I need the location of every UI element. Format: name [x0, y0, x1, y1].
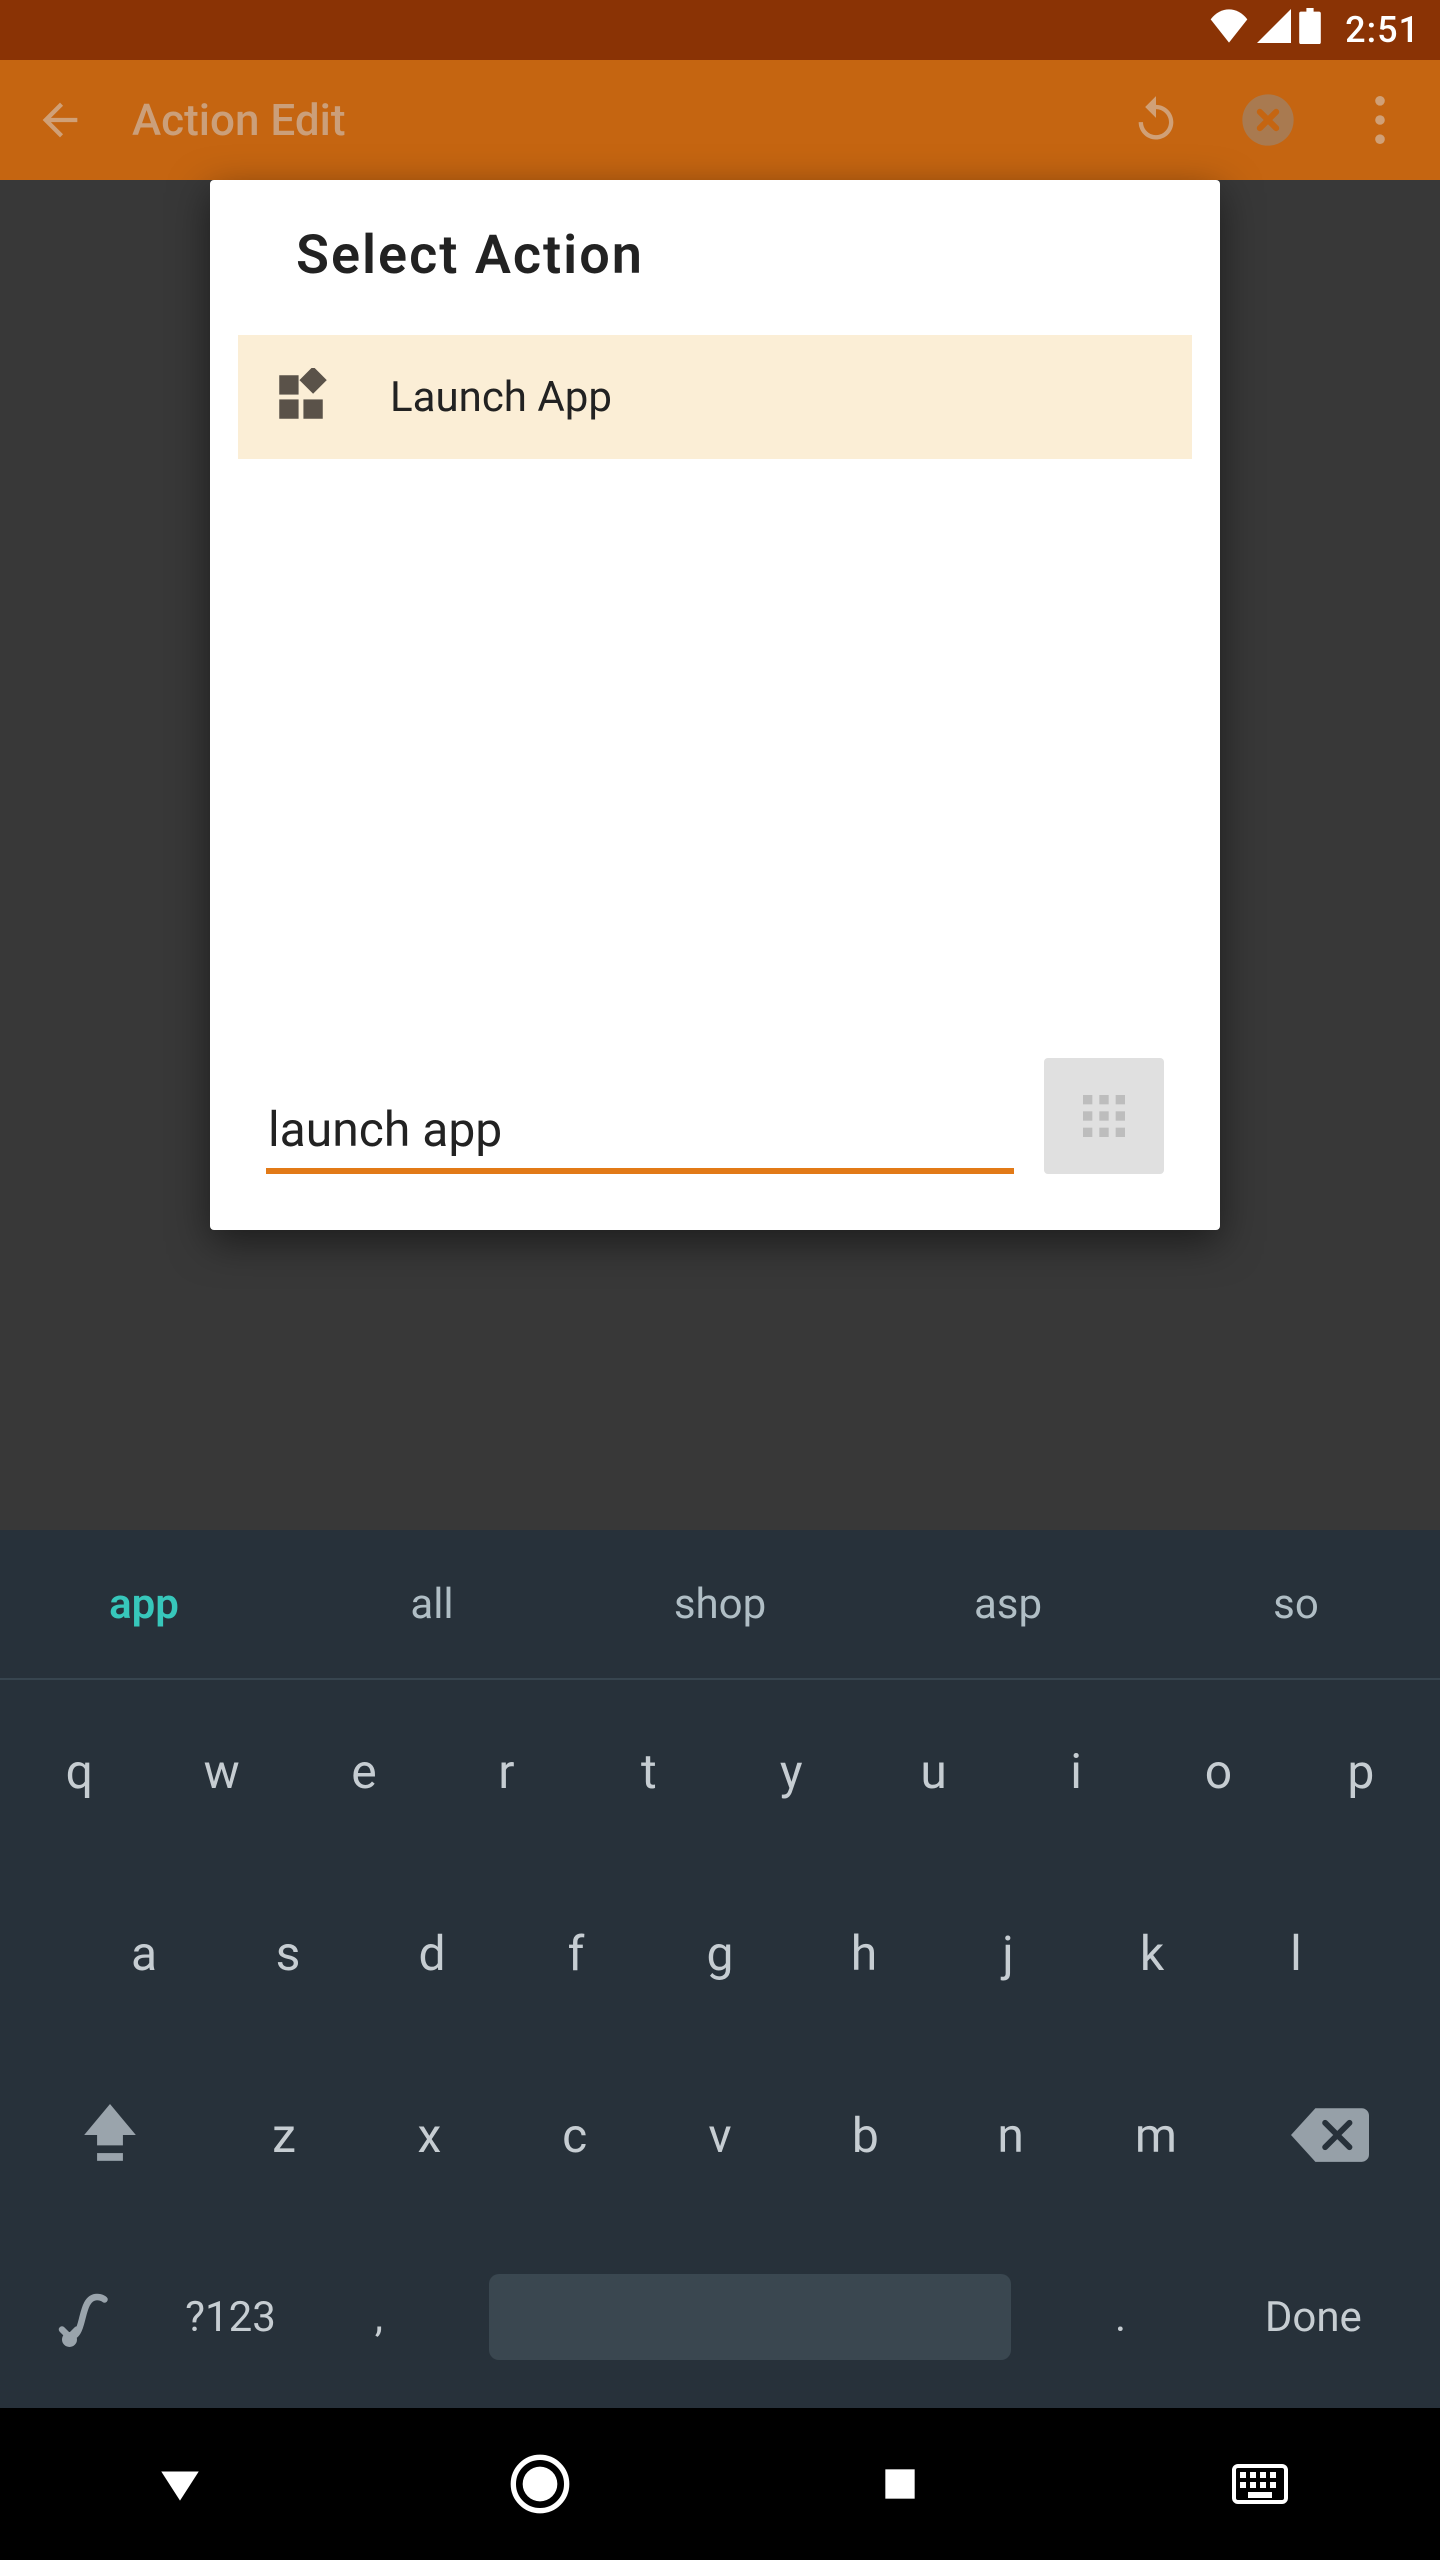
key-comma[interactable]: , [305, 2226, 453, 2408]
key-x[interactable]: x [357, 2044, 502, 2226]
key-spacebar[interactable] [453, 2226, 1046, 2408]
key-symbols[interactable]: ?123 [156, 2226, 304, 2408]
suggestion-1[interactable]: app [0, 1530, 288, 1678]
key-d[interactable]: d [360, 1862, 504, 2044]
key-o[interactable]: o [1147, 1680, 1289, 1862]
status-bar: 2:51 [0, 0, 1440, 60]
widgets-icon [266, 362, 336, 432]
key-row-4: ?123 , . Done [0, 2226, 1440, 2408]
key-c[interactable]: c [502, 2044, 647, 2226]
overflow-menu-icon[interactable] [1352, 92, 1408, 148]
key-r[interactable]: r [435, 1680, 577, 1862]
key-b[interactable]: b [793, 2044, 938, 2226]
suggestion-3[interactable]: shop [576, 1530, 864, 1678]
navigation-bar [0, 2408, 1440, 2560]
key-s[interactable]: s [216, 1862, 360, 2044]
key-l[interactable]: l [1224, 1862, 1368, 2044]
nav-back-button[interactable] [140, 2444, 220, 2524]
suggestion-4[interactable]: asp [864, 1530, 1152, 1678]
action-result-item[interactable]: Launch App [238, 335, 1192, 459]
key-t[interactable]: t [578, 1680, 720, 1862]
key-row-2: a s d f g h j k l [0, 1862, 1440, 2044]
suggestion-row: app all shop asp so [0, 1530, 1440, 1678]
undo-icon[interactable] [1128, 92, 1184, 148]
key-gesture[interactable] [8, 2226, 156, 2408]
cellular-icon [1257, 9, 1291, 52]
filter-input[interactable] [266, 1093, 1014, 1174]
select-action-dialog: Select Action Launch App [210, 180, 1220, 1230]
soft-keyboard: app all shop asp so q w e r t y u i o p … [0, 1530, 1440, 2408]
key-z[interactable]: z [211, 2044, 356, 2226]
key-done[interactable]: Done [1195, 2226, 1432, 2408]
key-backspace[interactable] [1229, 2044, 1432, 2226]
key-a[interactable]: a [72, 1862, 216, 2044]
key-shift[interactable] [8, 2044, 211, 2226]
key-k[interactable]: k [1080, 1862, 1224, 2044]
key-h[interactable]: h [792, 1862, 936, 2044]
action-result-label: Launch App [390, 373, 612, 422]
key-m[interactable]: m [1083, 2044, 1228, 2226]
back-button[interactable] [32, 92, 88, 148]
suggestion-5[interactable]: so [1152, 1530, 1440, 1678]
key-q[interactable]: q [8, 1680, 150, 1862]
key-row-3: z x c v b n m [0, 2044, 1440, 2226]
key-y[interactable]: y [720, 1680, 862, 1862]
battery-icon [1299, 8, 1321, 53]
key-period[interactable]: . [1046, 2226, 1194, 2408]
nav-ime-switch-button[interactable] [1220, 2444, 1300, 2524]
app-bar-title: Action Edit [132, 94, 1128, 146]
key-v[interactable]: v [647, 2044, 792, 2226]
status-time: 2:51 [1345, 9, 1420, 51]
nav-home-button[interactable] [500, 2444, 580, 2524]
category-grid-button[interactable] [1044, 1058, 1164, 1174]
key-n[interactable]: n [938, 2044, 1083, 2226]
wifi-icon [1209, 9, 1249, 52]
key-e[interactable]: e [293, 1680, 435, 1862]
key-u[interactable]: u [862, 1680, 1004, 1862]
key-j[interactable]: j [936, 1862, 1080, 2044]
key-i[interactable]: i [1005, 1680, 1147, 1862]
key-f[interactable]: f [504, 1862, 648, 2044]
nav-recents-button[interactable] [860, 2444, 940, 2524]
suggestion-2[interactable]: all [288, 1530, 576, 1678]
content-area: Select Action Launch App [0, 180, 1440, 1530]
dialog-title: Select Action [296, 224, 1164, 287]
key-p[interactable]: p [1290, 1680, 1432, 1862]
status-icons [1209, 8, 1321, 53]
key-g[interactable]: g [648, 1862, 792, 2044]
key-w[interactable]: w [150, 1680, 292, 1862]
key-row-1: q w e r t y u i o p [0, 1680, 1440, 1862]
cancel-icon[interactable] [1240, 92, 1296, 148]
filter-input-wrap [266, 1093, 1014, 1174]
app-bar: Action Edit [0, 60, 1440, 180]
